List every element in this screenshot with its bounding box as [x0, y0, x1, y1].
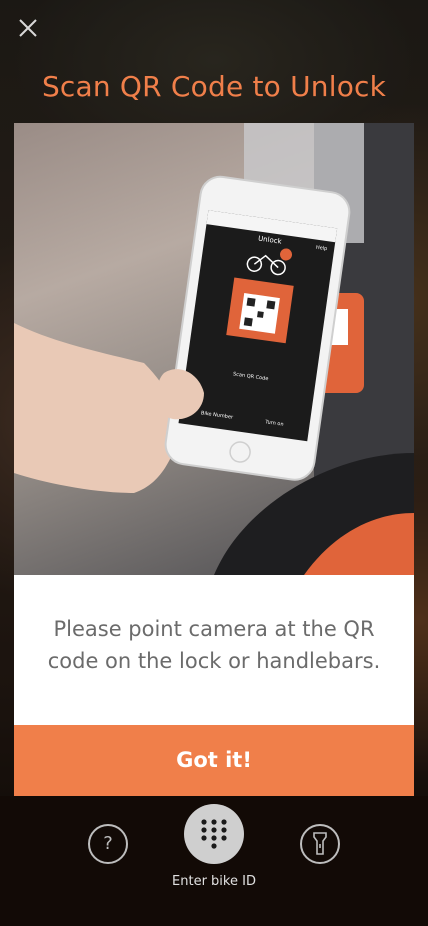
flashlight-icon [313, 832, 327, 855]
got-it-button[interactable]: Got it! [14, 725, 414, 796]
question-icon: ? [103, 833, 113, 854]
close-button[interactable] [14, 14, 42, 42]
phone-scan-illustration: Unlock Help Scan QR Code Bike Number Tur… [14, 123, 414, 575]
scan-screen: Scan QR Code to Unlock Unlock Help Scan … [0, 0, 428, 926]
help-button[interactable]: ? [88, 824, 128, 864]
instruction-text: Please point camera at the QR code on th… [47, 617, 381, 673]
bottom-toolbar: ? Enter bike ID [0, 796, 428, 926]
close-icon [19, 19, 37, 37]
enter-bike-id-button[interactable] [184, 804, 244, 864]
flashlight-button[interactable] [300, 824, 340, 864]
page-title: Scan QR Code to Unlock [41, 70, 387, 103]
instruction-card: Unlock Help Scan QR Code Bike Number Tur… [14, 123, 414, 796]
enter-bike-id-label: Enter bike ID [172, 874, 256, 889]
instruction-image: Unlock Help Scan QR Code Bike Number Tur… [14, 123, 414, 575]
keypad-icon [201, 819, 227, 849]
